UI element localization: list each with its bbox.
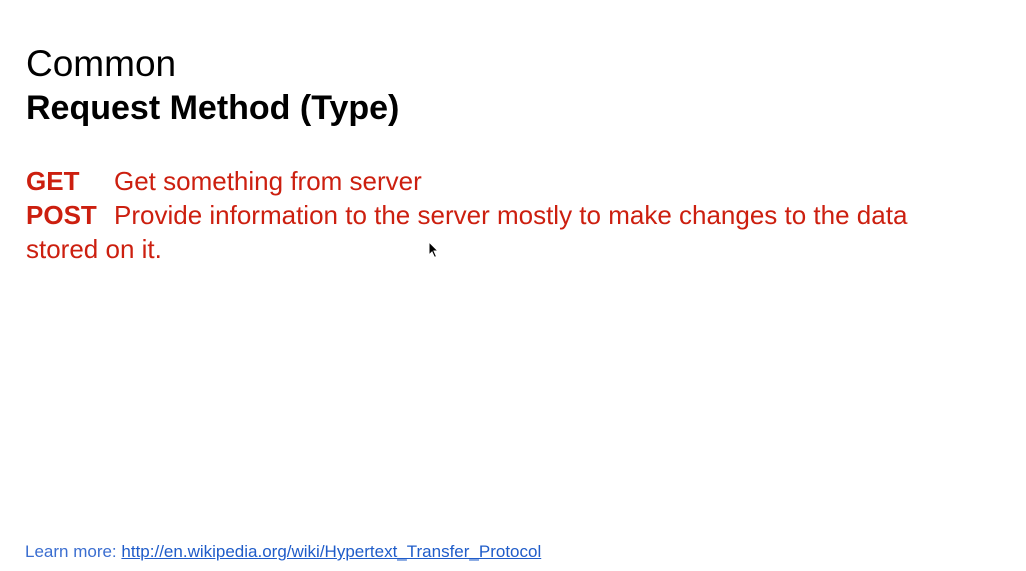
mouse-pointer-icon (428, 241, 440, 259)
method-name: POST (26, 200, 97, 230)
method-description: Get something from server (114, 166, 422, 196)
wikipedia-link[interactable]: http://en.wikipedia.org/wiki/Hypertext_T… (121, 542, 541, 561)
slide: Common Request Method (Type) GET Get some… (0, 0, 1026, 571)
method-description: Provide information to the server mostly… (26, 200, 908, 264)
method-row-post: POST Provide information to the server mo… (26, 198, 986, 266)
method-row-get: GET Get something from server (26, 164, 986, 198)
title-line-common: Common (26, 43, 177, 84)
method-list: GET Get something from server POST Provide… (26, 164, 986, 266)
learn-more-footer: Learn more: http://en.wikipedia.org/wiki… (25, 542, 541, 562)
learn-more-label: Learn more: (25, 542, 117, 561)
slide-title: Common Request Method (Type) (26, 42, 399, 130)
method-name: GET (26, 166, 80, 196)
title-line-request-method: Request Method (Type) (26, 89, 400, 127)
